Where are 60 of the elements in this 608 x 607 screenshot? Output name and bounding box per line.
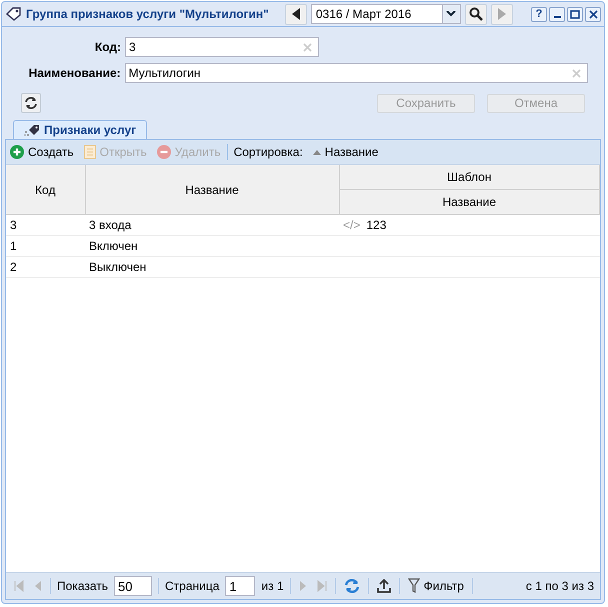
upload-icon	[376, 579, 391, 593]
minimize-icon	[554, 16, 560, 18]
previous-button[interactable]	[284, 4, 307, 24]
export-button[interactable]	[374, 576, 393, 596]
text-field[interactable]: Мультилогин	[124, 63, 588, 83]
column-header[interactable]: Код	[6, 165, 85, 214]
field-label: Наименование:	[28, 66, 121, 80]
table-cell: Включен	[85, 236, 339, 256]
close-icon	[588, 10, 598, 18]
field-label: Код:	[94, 40, 121, 54]
page-label: Страница	[165, 579, 220, 593]
close-button[interactable]	[585, 6, 601, 22]
minus-icon	[156, 145, 171, 159]
table-cell: 3 входа	[85, 214, 339, 236]
text-field[interactable]: 3	[125, 37, 319, 57]
left-arrow-icon	[34, 580, 42, 592]
record-count: с 1 по 3 из 3	[526, 579, 594, 593]
tag-icon	[6, 7, 22, 21]
window-title: Группа признаков услуги "Мультилогин"	[26, 7, 269, 21]
column-header[interactable]: Название	[339, 190, 600, 214]
page-size-field[interactable]: 50	[114, 576, 152, 596]
column-group-header: Шаблон	[339, 165, 600, 190]
first-page-icon	[14, 580, 24, 592]
search-button[interactable]	[464, 4, 487, 24]
maximize-button[interactable]	[567, 6, 583, 22]
clear-icon	[303, 42, 312, 52]
tags-icon	[24, 123, 40, 137]
funnel-icon	[408, 578, 420, 594]
filter-button[interactable]: Фильтр	[406, 576, 466, 596]
maximize-icon	[570, 10, 580, 18]
table-cell: 123	[366, 218, 386, 232]
help-button[interactable]: ?	[531, 6, 547, 22]
page-count: из 1	[261, 579, 284, 593]
refresh-button[interactable]	[21, 93, 41, 113]
minimize-button[interactable]	[549, 6, 565, 22]
right-arrow-icon	[496, 8, 507, 20]
refresh-icon	[344, 578, 360, 594]
table-cell: 2	[6, 256, 85, 278]
page-size-label: Показать	[57, 579, 108, 593]
search-icon	[468, 7, 483, 21]
tab[interactable]: Признаки услуг	[13, 120, 148, 139]
table-cell: Выключен	[85, 256, 339, 278]
document-icon	[84, 145, 96, 159]
left-arrow-icon	[290, 8, 301, 20]
create-button[interactable]: Создать	[10, 145, 74, 159]
code-icon: </>	[343, 218, 360, 232]
table-cell: 3	[6, 214, 85, 236]
refresh-icon	[24, 96, 38, 110]
caret-icon	[446, 11, 456, 17]
sort-label: Сортировка:	[234, 145, 303, 159]
sort-ascending-icon	[312, 149, 321, 155]
clear-icon	[572, 68, 581, 78]
table-cell: 1	[6, 236, 85, 256]
sort-button[interactable]: Название	[312, 145, 378, 159]
period-dropdown[interactable]: 0316 / Март 2016	[310, 4, 461, 24]
last-page-icon	[316, 580, 327, 592]
column-header[interactable]: Название	[85, 165, 339, 214]
plus-icon	[10, 145, 24, 159]
page-field[interactable]: 1	[225, 576, 256, 596]
right-arrow-icon	[298, 580, 307, 592]
